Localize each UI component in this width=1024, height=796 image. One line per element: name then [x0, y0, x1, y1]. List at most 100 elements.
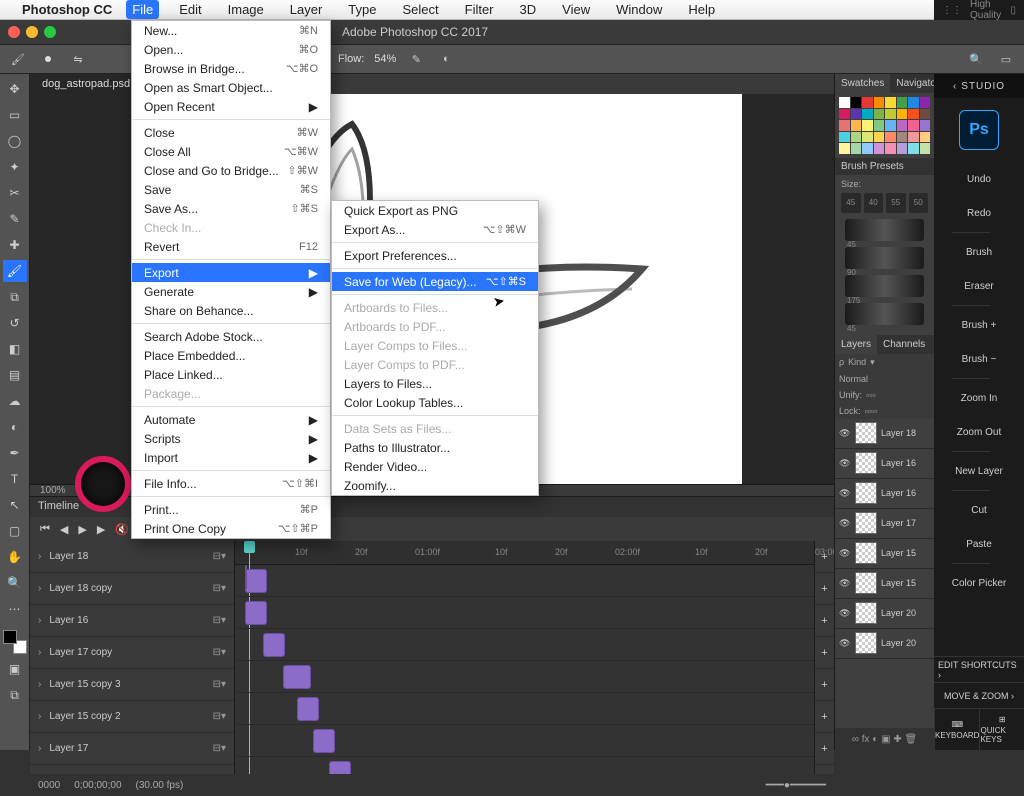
studio-button[interactable]: Zoom In — [952, 381, 1006, 415]
menu-image[interactable]: Image — [222, 0, 270, 19]
brush-stroke-preview[interactable]: 45 — [845, 219, 924, 241]
add-media-icon[interactable]: + — [815, 733, 834, 765]
timeline-lane-row[interactable] — [235, 693, 814, 725]
brush-swap-icon[interactable]: ⇋ — [68, 49, 88, 69]
timeline-lane-row[interactable] — [235, 565, 814, 597]
export-menu-item[interactable]: Quick Export as PNG — [332, 201, 538, 220]
layer-row[interactable]: 👁Layer 16 — [835, 449, 934, 479]
edit-toolbar[interactable]: ⋯ — [3, 598, 27, 620]
timeline-clip[interactable] — [263, 633, 285, 657]
menu-select[interactable]: Select — [396, 0, 444, 19]
visibility-eye-icon[interactable]: 👁 — [839, 578, 851, 589]
swatch[interactable] — [851, 109, 862, 120]
menu-layer[interactable]: Layer — [284, 0, 329, 19]
swatch[interactable] — [862, 132, 873, 143]
file-menu-item[interactable]: Save As...⇧⌘S — [132, 199, 330, 218]
layer-row[interactable]: 👁Layer 15 — [835, 569, 934, 599]
export-menu-item[interactable]: Layers to Files... — [332, 374, 538, 393]
swatches-grid[interactable] — [835, 93, 934, 158]
type-tool[interactable]: T — [3, 468, 27, 490]
export-menu-item[interactable]: Color Lookup Tables... — [332, 393, 538, 412]
timeline-clip[interactable] — [283, 665, 311, 689]
add-media-icon[interactable]: + — [815, 573, 834, 605]
tablet-pressure-icon[interactable]: ◐ — [436, 49, 456, 69]
layers-footer-icons[interactable]: ∞ fx ◐ ▣ ✚ 🗑 — [835, 728, 934, 750]
file-menu-item[interactable]: Export▶ — [132, 263, 330, 282]
add-media-icon[interactable]: + — [815, 605, 834, 637]
visibility-eye-icon[interactable]: 👁 — [839, 518, 851, 529]
swatch[interactable] — [839, 143, 850, 154]
add-media-icon[interactable]: + — [815, 669, 834, 701]
timeline-clip[interactable] — [313, 729, 335, 753]
dodge-tool[interactable]: ◐ — [3, 416, 27, 438]
studio-edit-shortcuts[interactable]: EDIT SHORTCUTS › — [934, 656, 1024, 682]
history-brush-tool[interactable]: ↺ — [3, 312, 27, 334]
zoom-tool[interactable]: 🔍 — [3, 572, 27, 594]
swatch[interactable] — [897, 97, 908, 108]
file-menu-item[interactable]: New...⌘N — [132, 21, 330, 40]
layer-thumbnail[interactable] — [855, 602, 877, 624]
swatch[interactable] — [897, 120, 908, 131]
swatch[interactable] — [908, 109, 919, 120]
file-menu-item[interactable]: Save⌘S — [132, 180, 330, 199]
track-options-icon[interactable]: ⊟▾ — [213, 743, 226, 754]
studio-button[interactable]: Brush — [952, 235, 1006, 269]
brush-preset-thumb[interactable]: 45 — [841, 193, 861, 213]
swatch[interactable] — [920, 132, 931, 143]
workspace-icon[interactable]: ▭ — [996, 49, 1016, 69]
file-menu-item[interactable]: Search Adobe Stock... — [132, 327, 330, 346]
foreground-background-colors[interactable] — [3, 630, 27, 654]
path-tool[interactable]: ↖ — [3, 494, 27, 516]
chevron-right-icon[interactable]: › — [38, 615, 41, 626]
studio-keyboard-button[interactable]: ⌨KEYBOARD — [934, 708, 979, 750]
studio-button[interactable]: Paste — [952, 527, 1006, 561]
visibility-eye-icon[interactable]: 👁 — [839, 548, 851, 559]
layer-thumbnail[interactable] — [855, 512, 877, 534]
file-menu-item[interactable]: Print...⌘P — [132, 500, 330, 519]
swatch[interactable] — [885, 97, 896, 108]
swatch[interactable] — [874, 143, 885, 154]
studio-header[interactable]: ‹STUDIO — [934, 74, 1024, 98]
timeline-clip[interactable] — [329, 761, 351, 774]
studio-button[interactable]: Cut — [952, 493, 1006, 527]
export-menu-item[interactable]: Export Preferences... — [332, 246, 538, 265]
studio-quickkeys-button[interactable]: ⊞QUICK KEYS — [979, 708, 1024, 750]
layer-thumbnail[interactable] — [855, 422, 877, 444]
layer-row[interactable]: 👁Layer 16 — [835, 479, 934, 509]
track-options-icon[interactable]: ⊟▾ — [213, 647, 226, 658]
screenmode-icon[interactable]: ⧉ — [3, 684, 27, 706]
visibility-eye-icon[interactable]: 👁 — [839, 488, 851, 499]
swatch[interactable] — [897, 109, 908, 120]
timeline-track-header[interactable]: ›Layer 17⊟▾ — [30, 733, 234, 765]
file-menu-item[interactable]: File Info...⌥⇧⌘I — [132, 474, 330, 493]
file-menu-item[interactable]: Browse in Bridge...⌥⌘O — [132, 59, 330, 78]
export-menu-item[interactable]: Save for Web (Legacy)...⌥⇧⌘S — [332, 272, 538, 291]
chevron-right-icon[interactable]: › — [38, 743, 41, 754]
wand-tool[interactable]: ✦ — [3, 156, 27, 178]
swatch[interactable] — [908, 120, 919, 131]
file-menu-item[interactable]: Scripts▶ — [132, 429, 330, 448]
track-options-icon[interactable]: ⊟▾ — [213, 711, 226, 722]
visibility-eye-icon[interactable]: 👁 — [839, 608, 851, 619]
export-menu-item[interactable]: Zoomify... — [332, 476, 538, 495]
tab-swatches[interactable]: Swatches — [835, 74, 890, 93]
file-menu-item[interactable]: Generate▶ — [132, 282, 330, 301]
timeline-lanes[interactable]: 10f20f01:00f10f20f02:00f10f20f03:00f — [235, 541, 814, 774]
prev-frame-icon[interactable]: ◀ — [60, 523, 68, 536]
file-menu-item[interactable]: RevertF12 — [132, 237, 330, 256]
layer-row[interactable]: 👁Layer 20 — [835, 629, 934, 659]
swatch[interactable] — [839, 109, 850, 120]
swatch[interactable] — [862, 120, 873, 131]
timeline-clip[interactable] — [245, 569, 267, 593]
shape-tool[interactable]: ▢ — [3, 520, 27, 542]
layer-row[interactable]: 👁Layer 18 — [835, 419, 934, 449]
swatch[interactable] — [874, 120, 885, 131]
swatch[interactable] — [874, 109, 885, 120]
swatch[interactable] — [908, 97, 919, 108]
timeline-clip[interactable] — [245, 565, 247, 589]
menu-type[interactable]: Type — [342, 0, 382, 19]
swatch[interactable] — [908, 132, 919, 143]
file-menu-item[interactable]: Open as Smart Object... — [132, 78, 330, 97]
blur-tool[interactable]: ☁ — [3, 390, 27, 412]
timeline-track-header[interactable]: ›Layer 18⊟▾ — [30, 541, 234, 573]
